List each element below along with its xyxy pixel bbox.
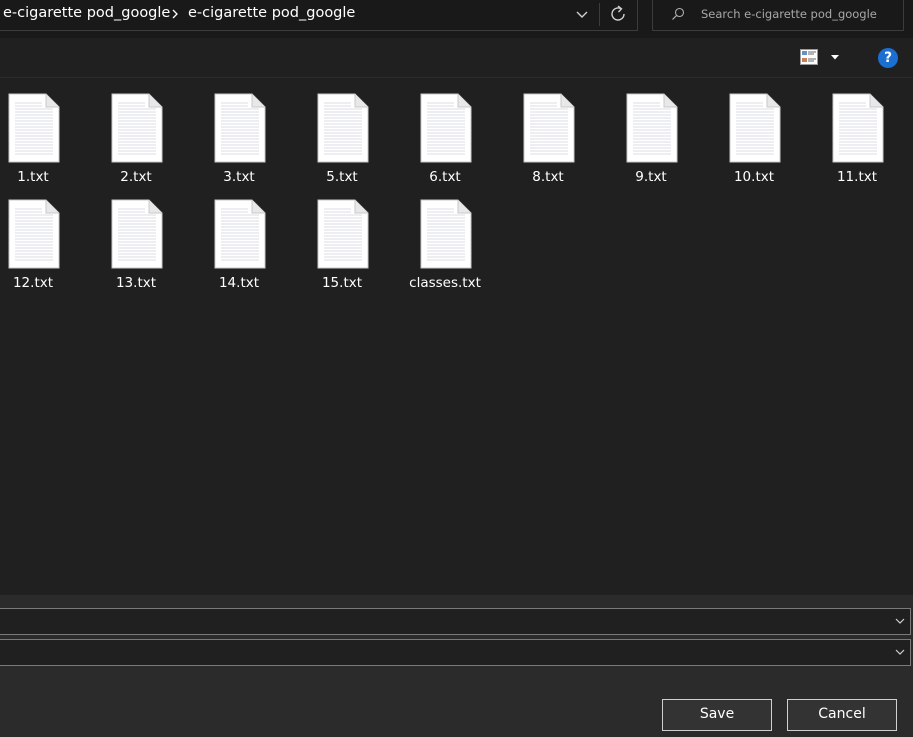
file-name-label: 13.txt bbox=[115, 275, 157, 291]
text-file-icon bbox=[523, 93, 575, 163]
refresh-icon[interactable] bbox=[607, 3, 631, 25]
file-name-label: 14.txt bbox=[218, 275, 260, 291]
toolbar: ? bbox=[0, 38, 913, 78]
file-name-label: 9.txt bbox=[635, 169, 667, 185]
chevron-down-icon[interactable] bbox=[895, 618, 905, 624]
text-file-icon bbox=[832, 93, 884, 163]
save-dialog: e-cigarette pod_google e-cigarette pod_g… bbox=[0, 0, 913, 737]
address-divider bbox=[599, 3, 600, 26]
file-name-label: 1.txt bbox=[17, 169, 49, 185]
search-icon bbox=[672, 7, 685, 20]
file-item[interactable]: 15.txt bbox=[292, 184, 392, 291]
file-name-label: 3.txt bbox=[223, 169, 255, 185]
text-file-icon bbox=[626, 93, 678, 163]
cancel-button[interactable]: Cancel bbox=[787, 699, 897, 731]
file-name-label: 8.txt bbox=[532, 169, 564, 185]
file-name-label: 12.txt bbox=[12, 275, 54, 291]
file-item[interactable]: 2.txt bbox=[86, 78, 186, 185]
text-file-icon bbox=[420, 93, 472, 163]
chevron-right-icon bbox=[172, 9, 178, 19]
breadcrumb-current[interactable]: e-cigarette pod_google bbox=[188, 5, 355, 21]
file-name-label: 5.txt bbox=[326, 169, 358, 185]
view-options-icon[interactable] bbox=[800, 49, 818, 65]
file-list-view: 1.txt 2.txt 3.txt 5.txt 6.txt 8.txt 9.txt 10.tx… bbox=[0, 78, 913, 595]
text-file-icon bbox=[214, 93, 266, 163]
file-item[interactable]: 6.txt bbox=[395, 78, 495, 185]
search-input[interactable] bbox=[701, 3, 897, 25]
text-file-icon bbox=[111, 199, 163, 269]
file-name-label: 15.txt bbox=[321, 275, 363, 291]
text-file-icon bbox=[214, 199, 266, 269]
file-item[interactable]: 9.txt bbox=[601, 78, 701, 185]
file-name-label: 6.txt bbox=[429, 169, 461, 185]
file-name-label: 10.txt bbox=[733, 169, 775, 185]
bottom-panel: Save Cancel bbox=[0, 595, 913, 737]
file-name-combobox[interactable] bbox=[0, 608, 911, 635]
file-name-label: 2.txt bbox=[120, 169, 152, 185]
text-file-icon bbox=[317, 93, 369, 163]
top-bar: e-cigarette pod_google e-cigarette pod_g… bbox=[0, 0, 913, 38]
file-item[interactable]: 5.txt bbox=[292, 78, 392, 185]
chevron-down-icon[interactable] bbox=[571, 3, 593, 25]
breadcrumb-parent[interactable]: e-cigarette pod_google bbox=[3, 5, 170, 21]
file-name-label: classes.txt bbox=[409, 275, 481, 291]
file-item[interactable]: 11.txt bbox=[807, 78, 907, 185]
file-name-label: 11.txt bbox=[836, 169, 878, 185]
chevron-down-icon[interactable] bbox=[895, 649, 905, 655]
file-item[interactable]: 12.txt bbox=[0, 184, 83, 291]
file-item[interactable]: 8.txt bbox=[498, 78, 598, 185]
text-file-icon bbox=[111, 93, 163, 163]
file-item[interactable]: 3.txt bbox=[189, 78, 289, 185]
text-file-icon bbox=[420, 199, 472, 269]
text-file-icon bbox=[729, 93, 781, 163]
save-button[interactable]: Save bbox=[662, 699, 772, 731]
text-file-icon bbox=[317, 199, 369, 269]
view-dropdown-icon[interactable] bbox=[830, 54, 840, 60]
address-bar[interactable]: e-cigarette pod_google e-cigarette pod_g… bbox=[0, 0, 638, 31]
text-file-icon bbox=[8, 199, 60, 269]
file-type-combobox[interactable] bbox=[0, 639, 911, 666]
file-item[interactable]: classes.txt bbox=[395, 184, 495, 291]
file-item[interactable]: 13.txt bbox=[86, 184, 186, 291]
file-item[interactable]: 1.txt bbox=[0, 78, 83, 185]
search-box[interactable] bbox=[652, 0, 904, 31]
text-file-icon bbox=[8, 93, 60, 163]
file-item[interactable]: 14.txt bbox=[189, 184, 289, 291]
file-item[interactable]: 10.txt bbox=[704, 78, 804, 185]
help-icon[interactable]: ? bbox=[878, 48, 898, 68]
